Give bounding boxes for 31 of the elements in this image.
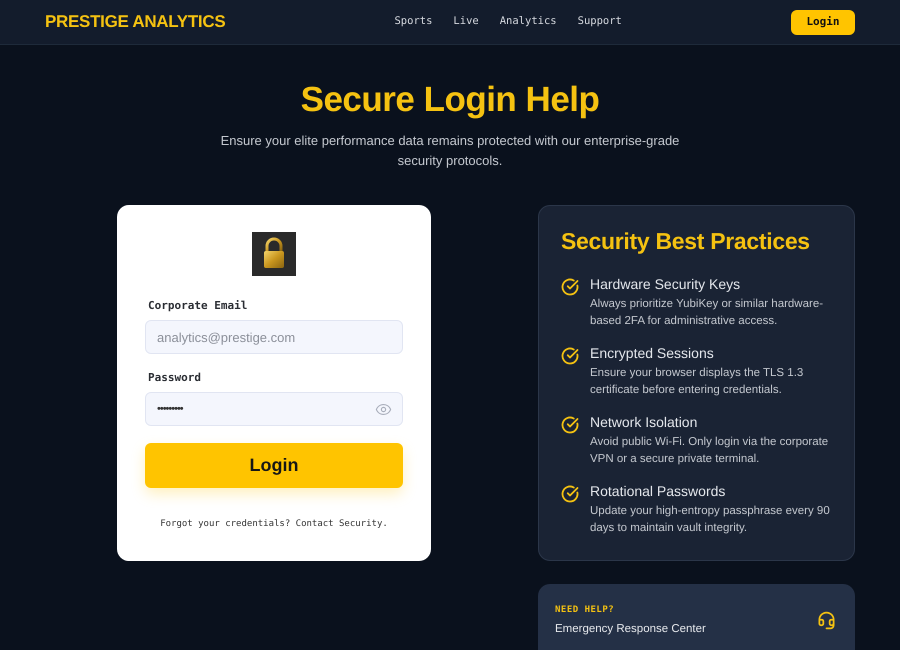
- field-label: Corporate Email: [147, 299, 248, 313]
- password-field[interactable]: •••••••••: [145, 392, 403, 426]
- nav-link[interactable]: Sports: [394, 14, 432, 30]
- practices-title: Security Best Practices: [561, 227, 811, 256]
- headset-icon[interactable]: [817, 611, 836, 630]
- login-button[interactable]: Login: [145, 443, 403, 488]
- contact-security-link[interactable]: Forgot your credentials? Contact Security.: [145, 518, 403, 532]
- padlock-icon: [252, 232, 296, 276]
- nav-link[interactable]: Support: [578, 14, 622, 30]
- header-login-button[interactable]: Login: [791, 10, 855, 34]
- practice-title: Network Isolation: [590, 413, 698, 431]
- page-title: Secure Login Help: [300, 79, 600, 121]
- check-circle-icon: [561, 347, 579, 365]
- logo[interactable]: PRESTIGE ANALYTICS: [45, 9, 226, 35]
- help-title: Emergency Response Center: [555, 622, 706, 636]
- practice-description: Avoid public Wi-Fi. Only login via the corporate VPN or a secure private terminal.: [590, 435, 830, 467]
- nav-link[interactable]: Analytics: [500, 14, 557, 30]
- practice-description: Always prioritize YubiKey or similar hardware-based 2FA for administrative access.: [590, 297, 824, 329]
- check-circle-icon: [561, 485, 579, 503]
- practice-title: Rotational Passwords: [590, 482, 726, 500]
- nav-link[interactable]: Live: [453, 14, 479, 30]
- practice-description: Ensure your browser displays the TLS 1.3 certificate before entering credentials.: [590, 366, 804, 398]
- email-field[interactable]: analytics@prestige.com: [145, 320, 403, 354]
- help-eyebrow: NEED HELP?: [555, 604, 616, 617]
- practice-title: Hardware Security Keys: [590, 275, 742, 293]
- page-subtitle: Ensure your elite performance data remains protected with our enterprise-grade security protocols.: [220, 132, 680, 170]
- check-circle-icon: [561, 416, 579, 434]
- field-label: Password: [147, 371, 202, 385]
- check-circle-icon: [561, 278, 579, 296]
- practice-title: Encrypted Sessions: [590, 344, 715, 362]
- practice-description: Update your high-entropy passphrase every 90 days to maintain vault integrity.: [590, 504, 831, 536]
